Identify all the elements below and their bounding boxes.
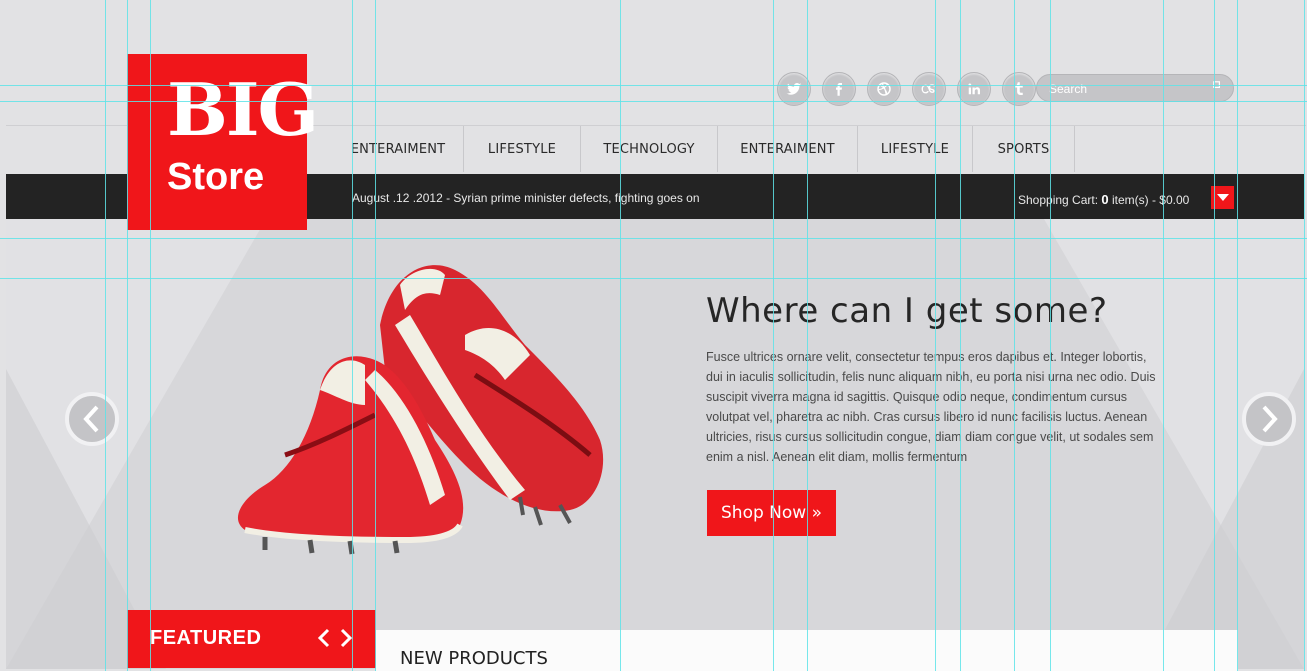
chevron-right-icon	[1262, 405, 1278, 433]
news-ticker-text[interactable]: August .12 .2012 - Syrian prime minister…	[352, 191, 700, 205]
featured-label: FEATURED	[150, 627, 262, 649]
chevron-right-icon	[340, 628, 353, 648]
featured-header: FEATURED	[127, 610, 376, 668]
hero-title: Where can I get some?	[706, 291, 1108, 331]
featured-prev-button[interactable]	[317, 628, 331, 653]
nav-item-lifestyle[interactable]: LIFESTYLE	[464, 126, 581, 172]
guide-line	[0, 278, 1307, 279]
featured-next-button[interactable]	[339, 628, 353, 653]
football-boots-image	[237, 265, 604, 555]
new-products-title: NEW PRODUCTS	[400, 648, 548, 669]
cart-count: 0	[1101, 192, 1109, 207]
logo-store-text: Store	[167, 156, 265, 198]
store-logo-overlay[interactable]: BIG Store	[127, 54, 319, 230]
nav-item-technology[interactable]: TECHNOLOGY	[581, 126, 718, 172]
chevron-down-icon	[1216, 194, 1229, 201]
featured-nav	[317, 628, 353, 653]
nav-item-sports[interactable]: SPORTS	[973, 126, 1075, 172]
guide-line	[0, 101, 1307, 102]
chevron-left-icon	[83, 405, 99, 433]
shop-now-button[interactable]: Shop Now »	[707, 490, 836, 536]
chevron-left-icon	[317, 628, 330, 648]
search-box	[1036, 74, 1234, 102]
nav-item-enteraiment-2[interactable]: ENTERAIMENT	[718, 126, 858, 172]
guide-line	[0, 85, 1307, 86]
cart-total: item(s) - $0.00	[1111, 193, 1190, 207]
slider-prev-button[interactable]	[65, 392, 119, 446]
cart-label: Shopping Cart:	[1018, 193, 1099, 207]
search-input[interactable]	[1047, 78, 1201, 100]
slider-next-button[interactable]	[1242, 392, 1296, 446]
hero-description: Fusce ultrices ornare velit, consectetur…	[706, 350, 1156, 464]
nav-item-lifestyle-2[interactable]: LIFESTYLE	[858, 126, 973, 172]
guide-line	[0, 238, 1307, 239]
main-navigation: ENTERAIMENT LIFESTYLE TECHNOLOGY ENTERAI…	[333, 126, 1075, 174]
